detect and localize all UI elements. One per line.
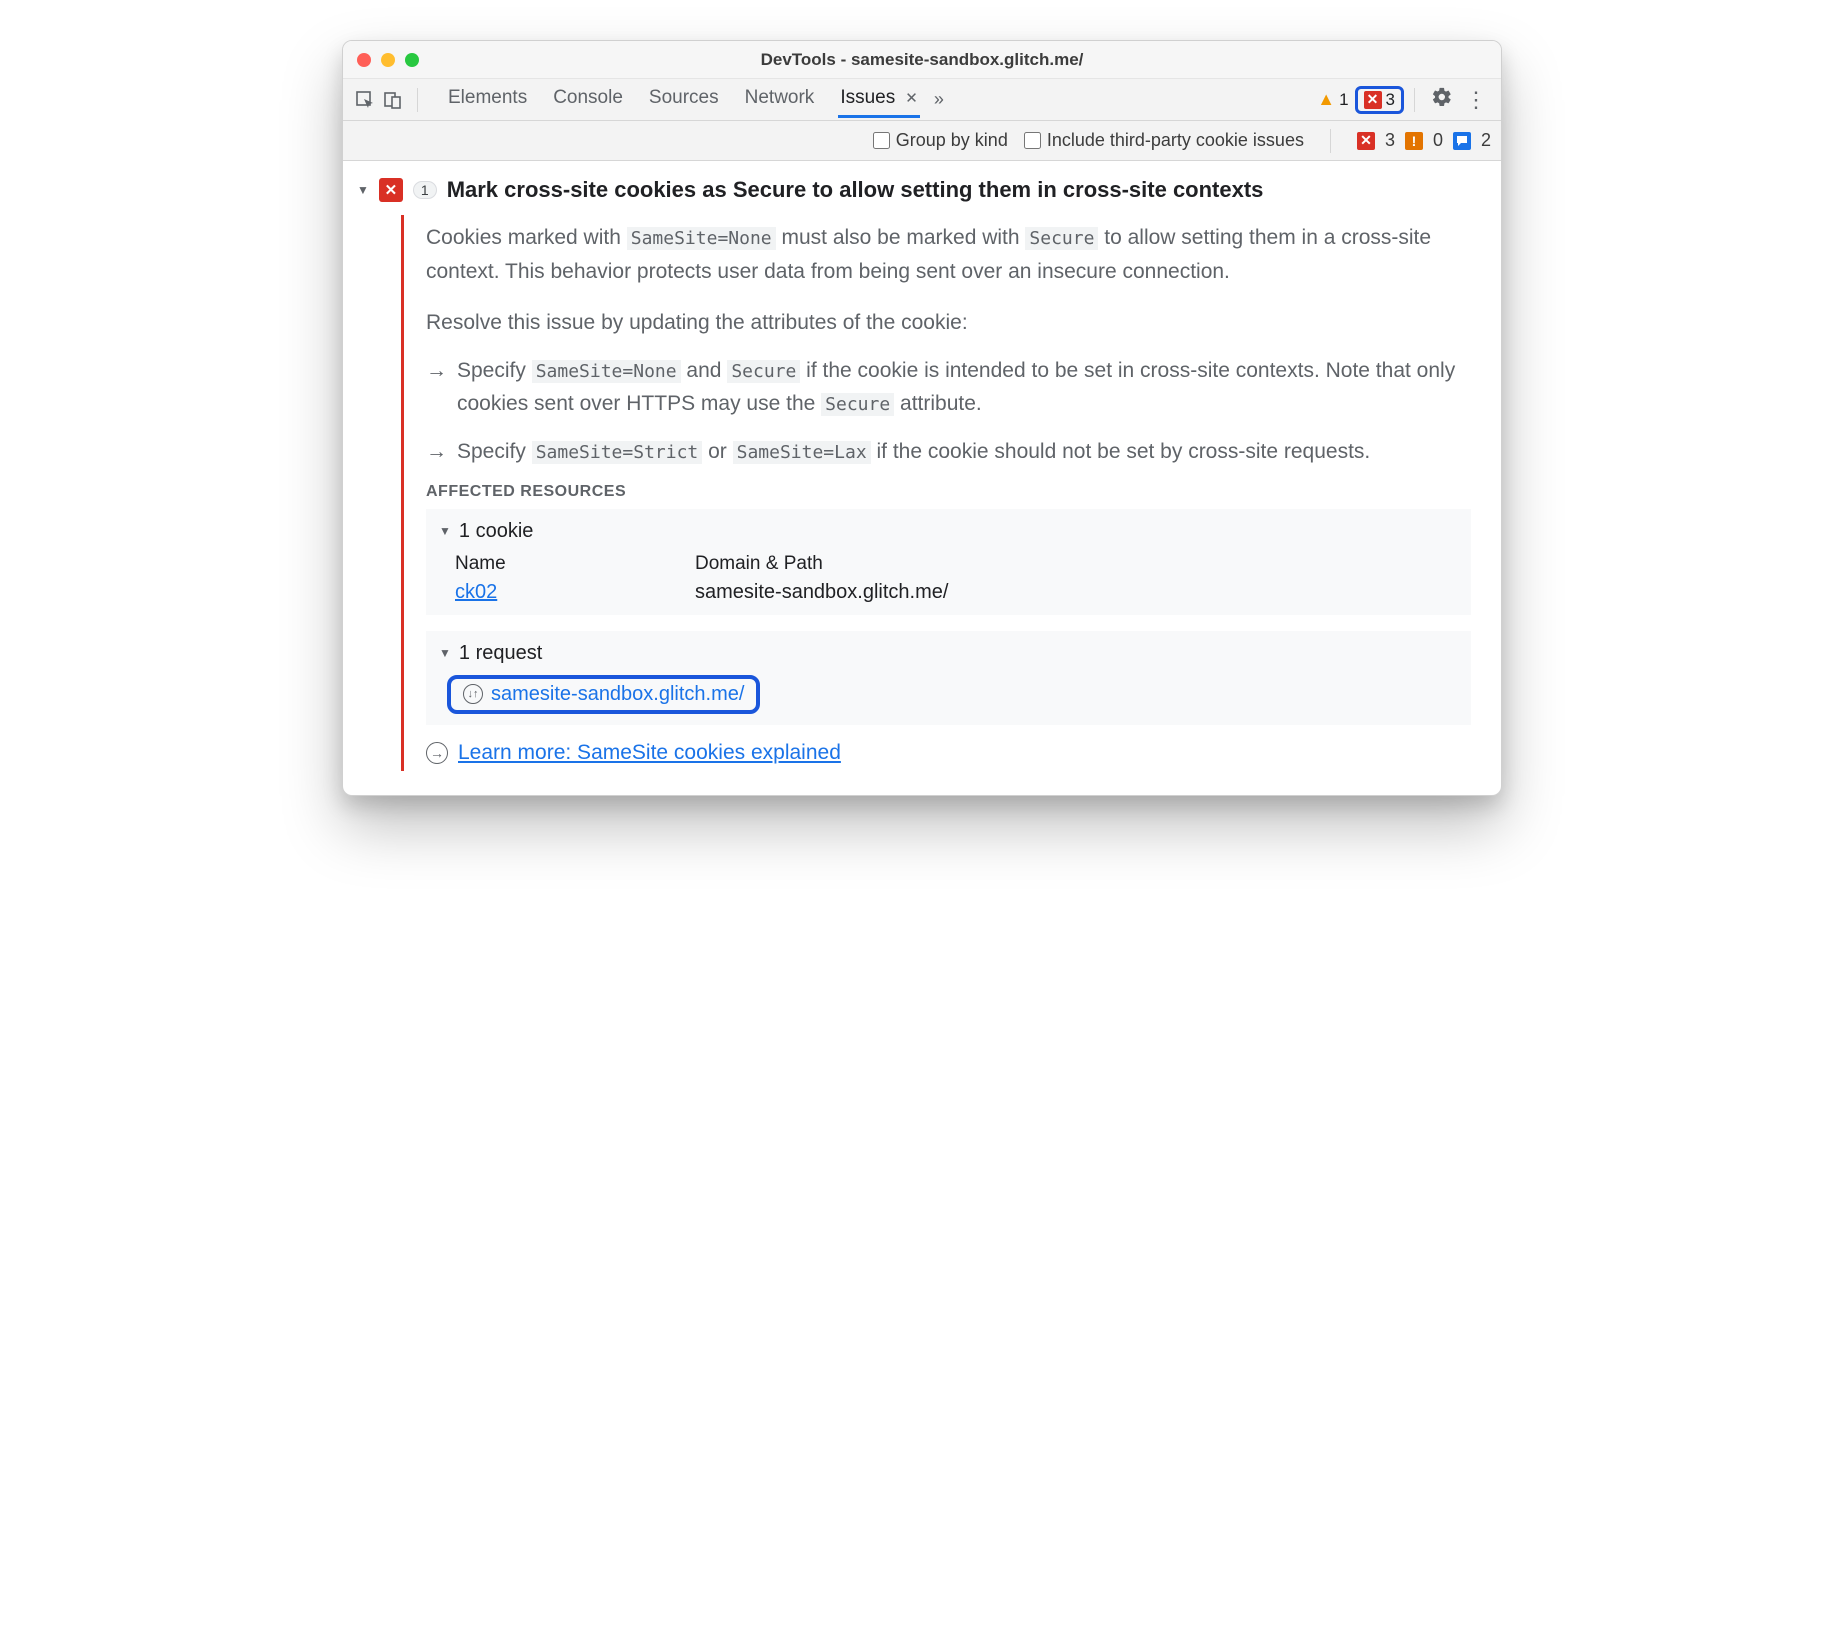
divider bbox=[1414, 88, 1415, 112]
request-section-label: 1 request bbox=[459, 642, 542, 665]
cookie-section-toggle[interactable]: ▼ 1 cookie bbox=[439, 520, 1458, 543]
request-link[interactable]: ↓↑ samesite-sandbox.glitch.me/ bbox=[447, 675, 760, 714]
cookie-domain-text: samesite-sandbox.glitch.me/ bbox=[695, 581, 948, 604]
tab-elements[interactable]: Elements bbox=[446, 81, 529, 118]
issue-bullet-1: → Specify SameSite=None and Secure if th… bbox=[426, 354, 1471, 421]
error-badge-outlined[interactable]: ✕ 3 bbox=[1355, 86, 1404, 114]
status-error-count: 3 bbox=[1385, 130, 1395, 151]
open-link-icon: → bbox=[426, 742, 448, 764]
warning-count: 1 bbox=[1339, 90, 1348, 110]
tab-console[interactable]: Console bbox=[551, 81, 625, 118]
expand-icon: ▼ bbox=[439, 524, 451, 538]
learn-more-link[interactable]: → Learn more: SameSite cookies explained bbox=[426, 741, 1471, 765]
issue-resolve-hint: Resolve this issue by updating the attri… bbox=[426, 306, 1471, 340]
minimize-icon[interactable] bbox=[381, 53, 395, 67]
include-thirdparty-input[interactable] bbox=[1024, 132, 1041, 149]
error-icon: ✕ bbox=[1364, 91, 1382, 109]
request-url: samesite-sandbox.glitch.me/ bbox=[491, 683, 744, 706]
issues-content: ▼ ✕ 1 Mark cross-site cookies as Secure … bbox=[343, 161, 1501, 795]
divider bbox=[417, 88, 418, 112]
network-request-icon: ↓↑ bbox=[463, 684, 483, 704]
status-warning-count: 0 bbox=[1433, 130, 1443, 151]
tab-sources[interactable]: Sources bbox=[647, 81, 721, 118]
status-info-count: 2 bbox=[1481, 130, 1491, 151]
include-thirdparty-checkbox[interactable]: Include third-party cookie issues bbox=[1024, 130, 1304, 151]
issue-paragraph-1: Cookies marked with SameSite=None must a… bbox=[426, 221, 1471, 288]
more-tabs-icon[interactable]: » bbox=[934, 89, 944, 110]
issue-header-row[interactable]: ▼ ✕ 1 Mark cross-site cookies as Secure … bbox=[351, 173, 1493, 207]
cookie-table: Name Domain & Path ck02 samesite-sandbox… bbox=[439, 553, 1458, 604]
titlebar: DevTools - samesite-sandbox.glitch.me/ bbox=[343, 41, 1501, 79]
status-info-icon bbox=[1453, 132, 1471, 150]
traffic-lights bbox=[357, 53, 419, 67]
request-section-toggle[interactable]: ▼ 1 request bbox=[439, 642, 1458, 665]
arrow-icon: → bbox=[426, 354, 447, 421]
tab-network[interactable]: Network bbox=[743, 81, 817, 118]
cookie-resource-box: ▼ 1 cookie Name Domain & Path ck02 sames… bbox=[426, 509, 1471, 615]
issues-subbar: Group by kind Include third-party cookie… bbox=[343, 121, 1501, 161]
affected-resources-header: AFFECTED RESOURCES bbox=[426, 483, 1471, 501]
status-cluster: ✕ 3 ! 0 2 bbox=[1357, 130, 1491, 151]
more-icon[interactable]: ⋮ bbox=[1459, 87, 1493, 113]
col-name: Name bbox=[455, 553, 635, 575]
tab-issues[interactable]: Issues ✕ bbox=[838, 81, 920, 118]
expand-icon: ▼ bbox=[439, 646, 451, 660]
close-icon[interactable] bbox=[357, 53, 371, 67]
close-tab-icon[interactable]: ✕ bbox=[905, 89, 918, 107]
device-toggle-icon[interactable] bbox=[379, 90, 407, 110]
warning-badge[interactable]: ▲ 1 bbox=[1317, 89, 1348, 110]
window-title: DevTools - samesite-sandbox.glitch.me/ bbox=[343, 50, 1501, 70]
issue-title: Mark cross-site cookies as Secure to all… bbox=[447, 177, 1264, 203]
table-row: ck02 samesite-sandbox.glitch.me/ bbox=[455, 581, 1458, 604]
cookie-name-link[interactable]: ck02 bbox=[455, 581, 497, 603]
inspect-element-icon[interactable] bbox=[351, 90, 379, 110]
group-by-kind-checkbox[interactable]: Group by kind bbox=[873, 130, 1008, 151]
tabs: Elements Console Sources Network Issues … bbox=[446, 81, 920, 118]
issue-count-pill: 1 bbox=[413, 181, 437, 199]
devtools-window: DevTools - samesite-sandbox.glitch.me/ E… bbox=[342, 40, 1502, 796]
issue-body: Cookies marked with SameSite=None must a… bbox=[401, 215, 1493, 771]
issue-error-icon: ✕ bbox=[379, 178, 403, 202]
group-by-kind-label: Group by kind bbox=[896, 130, 1008, 151]
toolbar: Elements Console Sources Network Issues … bbox=[343, 79, 1501, 121]
error-count: 3 bbox=[1386, 90, 1395, 110]
settings-icon[interactable] bbox=[1425, 86, 1459, 114]
expand-icon[interactable]: ▼ bbox=[357, 183, 369, 197]
col-domain: Domain & Path bbox=[695, 553, 823, 575]
status-error-icon: ✕ bbox=[1357, 132, 1375, 150]
arrow-icon: → bbox=[426, 435, 447, 469]
cookie-table-header: Name Domain & Path bbox=[455, 553, 1458, 575]
warning-icon: ▲ bbox=[1317, 89, 1335, 110]
learn-more-text[interactable]: Learn more: SameSite cookies explained bbox=[458, 741, 841, 765]
include-thirdparty-label: Include third-party cookie issues bbox=[1047, 130, 1304, 151]
request-resource-box: ▼ 1 request ↓↑ samesite-sandbox.glitch.m… bbox=[426, 631, 1471, 725]
cookie-section-label: 1 cookie bbox=[459, 520, 534, 543]
status-warning-icon: ! bbox=[1405, 132, 1423, 150]
divider bbox=[1330, 129, 1331, 153]
issue-bullet-2: → Specify SameSite=Strict or SameSite=La… bbox=[426, 435, 1471, 469]
group-by-kind-input[interactable] bbox=[873, 132, 890, 149]
maximize-icon[interactable] bbox=[405, 53, 419, 67]
